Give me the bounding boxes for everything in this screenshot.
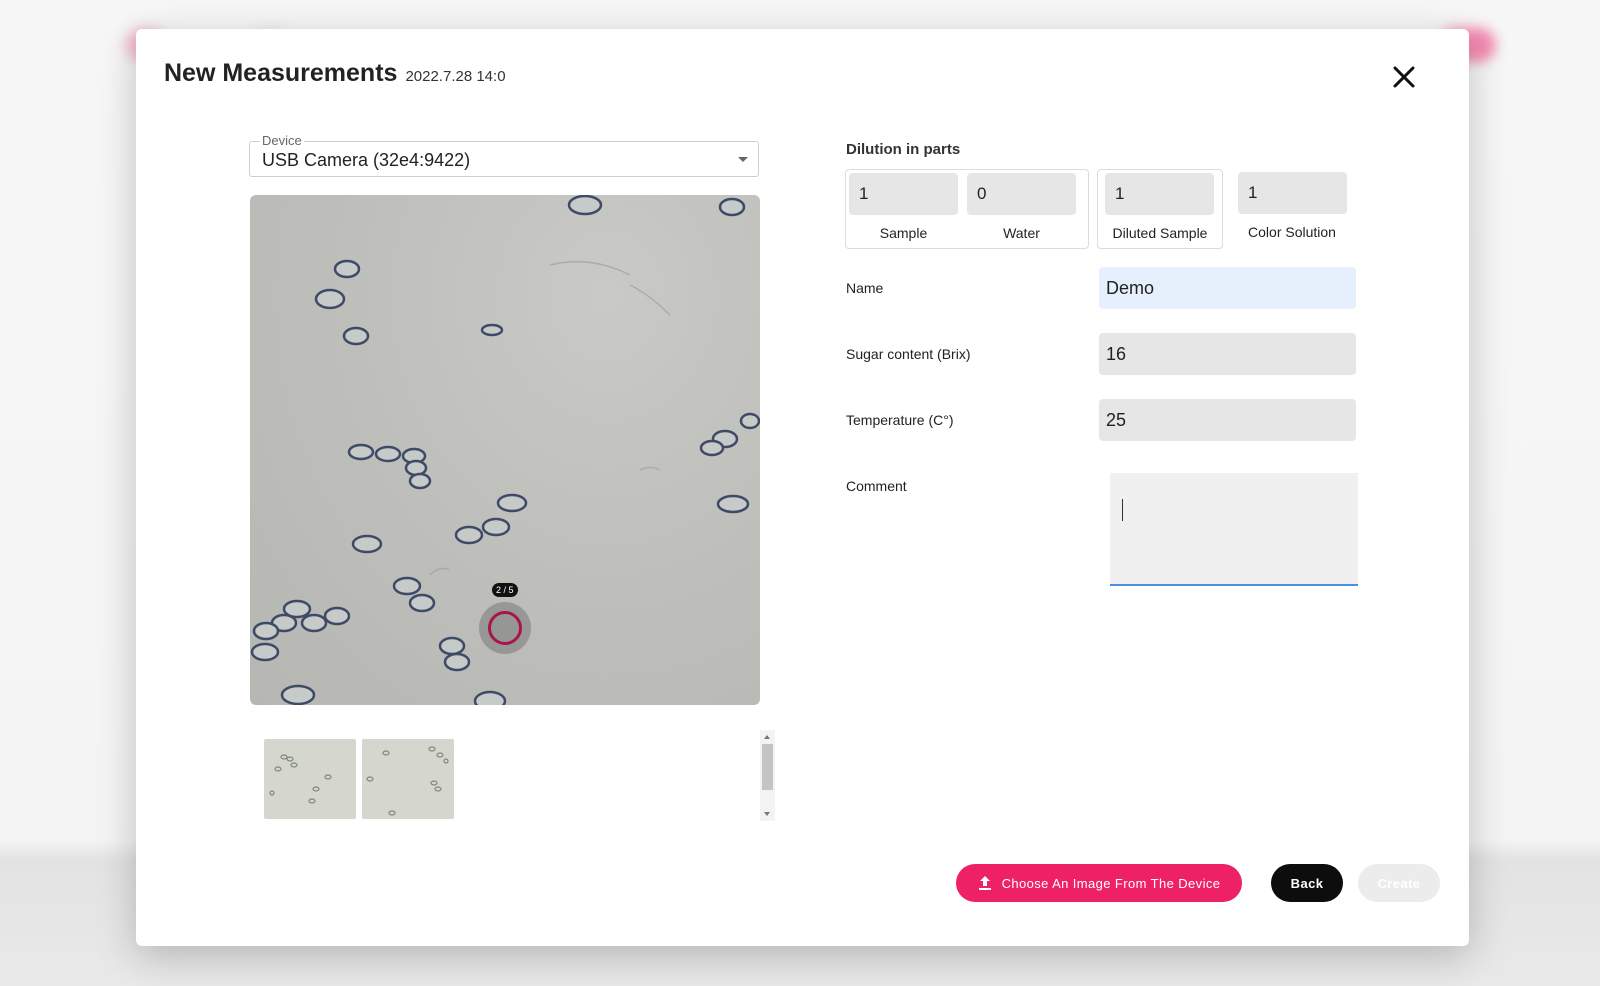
close-button[interactable]: [1386, 59, 1422, 95]
thumbnail-picture: [366, 746, 449, 816]
shot-counter-badge: 2 / 5: [492, 583, 518, 597]
camera-preview: 2 / 5: [250, 195, 760, 705]
scrollbar-thumb[interactable]: [762, 744, 773, 790]
sample-input[interactable]: 1: [849, 173, 958, 215]
device-select[interactable]: Device USB Camera (32e4:9422): [249, 134, 759, 177]
upload-icon: [978, 875, 992, 891]
diluted-sample-input[interactable]: 1: [1105, 173, 1214, 215]
diluted-sample-caption: Diluted Sample: [1112, 225, 1208, 241]
choose-image-label: Choose An Image From The Device: [1001, 875, 1221, 891]
temperature-label: Temperature (C°): [846, 412, 954, 428]
sugar-input[interactable]: 16: [1099, 333, 1356, 375]
dilution-title: Dilution in parts: [846, 141, 961, 158]
scroll-up-icon[interactable]: [764, 735, 770, 739]
dropdown-caret-icon: [738, 157, 748, 162]
sugar-label: Sugar content (Brix): [846, 346, 971, 362]
sample-caption: Sample: [879, 225, 928, 241]
thumbnail-strip: [264, 739, 776, 823]
dialog-title: New Measurements: [164, 59, 398, 87]
color-solution-input[interactable]: 1: [1238, 172, 1347, 214]
choose-image-button[interactable]: Choose An Image From The Device: [956, 864, 1242, 902]
water-input[interactable]: 0: [967, 173, 1076, 215]
color-solution-caption: Color Solution: [1248, 224, 1336, 240]
device-label: Device: [260, 133, 304, 148]
name-input[interactable]: Demo: [1099, 267, 1356, 309]
dialog-header: New Measurements 2022.7.28 14:0: [164, 59, 506, 88]
comment-textarea[interactable]: [1110, 473, 1358, 586]
device-value: USB Camera (32e4:9422): [262, 150, 471, 170]
thumbnail-picture: [269, 754, 332, 804]
comment-label: Comment: [846, 478, 907, 494]
water-caption: Water: [1003, 225, 1040, 241]
thumbnail-scrollbar[interactable]: [760, 730, 775, 821]
temperature-input[interactable]: 25: [1099, 399, 1356, 441]
name-label: Name: [846, 280, 884, 296]
back-button[interactable]: Back: [1271, 864, 1343, 902]
create-button[interactable]: Create: [1358, 864, 1440, 902]
thumbnail-image[interactable]: [264, 739, 356, 819]
shutter-icon: [488, 611, 522, 645]
scroll-down-icon[interactable]: [764, 812, 770, 816]
dialog-date: 2022.7.28 14:0: [405, 68, 506, 85]
capture-button[interactable]: [479, 602, 531, 654]
new-measurement-dialog: New Measurements 2022.7.28 14:0 Device U…: [136, 29, 1469, 946]
thumbnail-image[interactable]: [362, 739, 454, 819]
close-icon: [1393, 66, 1415, 88]
